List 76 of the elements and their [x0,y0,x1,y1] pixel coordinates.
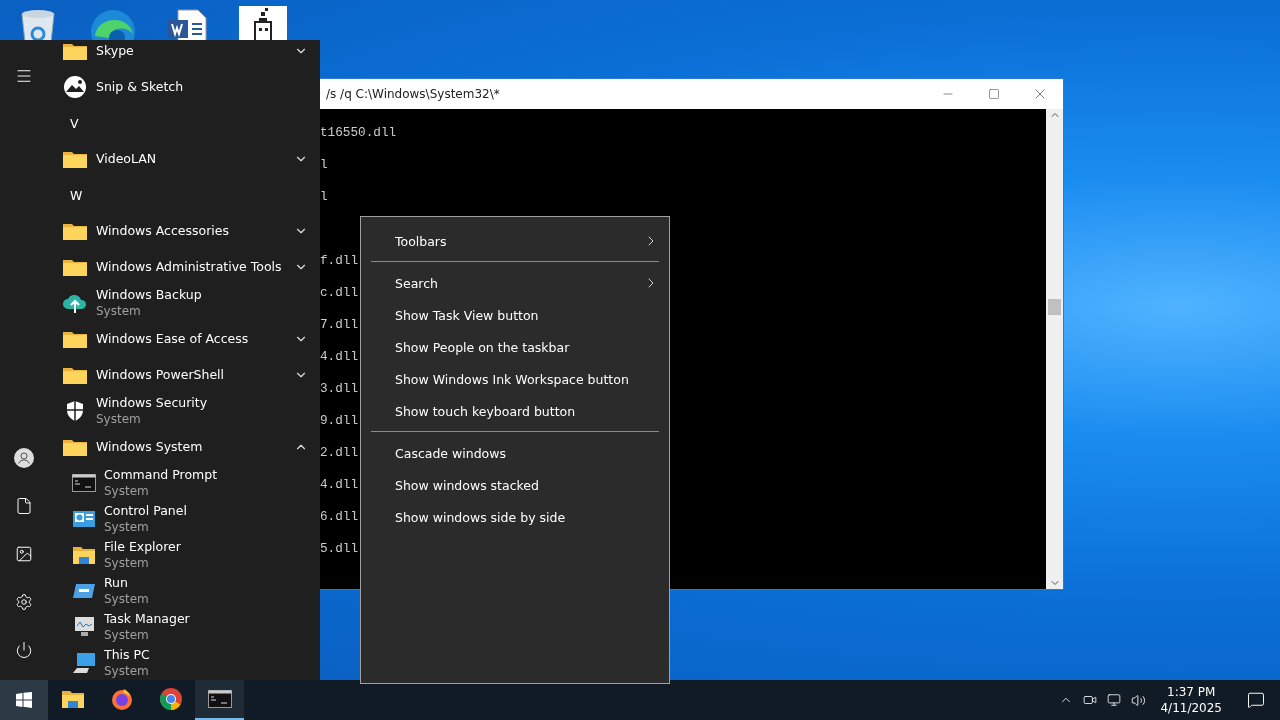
menu-icon [15,67,33,85]
console-line: 3.dll [320,381,359,396]
menu-item[interactable]: Cascade windows [361,437,669,469]
folder-icon [62,329,88,349]
console-line: 2.dll [320,445,359,460]
app-item[interactable]: Control Panel System [48,501,308,537]
folder-icon [62,149,88,169]
menu-item[interactable]: Show People on the taskbar [361,331,669,363]
section-letter[interactable]: V [70,115,79,131]
menu-item[interactable]: Show touch keyboard button [361,395,669,427]
console-line: 5.dll [320,541,359,556]
folder-icon [62,365,88,385]
console-line: l [320,157,328,172]
settings-icon [15,593,33,611]
computer-icon [72,651,96,675]
console-line: c.dll [320,285,359,300]
section-letter[interactable]: W [70,187,83,203]
monitor-icon [72,615,96,639]
chrome-icon [158,687,183,711]
menu-item[interactable]: Toolbars [361,225,669,257]
folder-icon [62,221,88,241]
folder-icon [62,257,88,277]
console-line: f.dll [320,253,359,268]
run-icon [72,581,96,601]
console-line: 4.dll [320,349,359,364]
app-item[interactable]: Windows Security System [48,393,308,429]
menu-item[interactable]: Show Task View button [361,299,669,331]
menu-item[interactable]: Search [361,267,669,299]
user-icon [14,448,34,468]
notification-icon [1247,691,1265,709]
app-item[interactable]: Snip & Sketch [48,69,308,105]
console-line: 7.dll [320,317,359,332]
monitor-icon [1107,693,1122,707]
folder-item[interactable]: Windows Ease of Access [48,321,308,357]
control-panel-icon [72,509,96,529]
scroll-thumb[interactable] [1048,299,1061,315]
clock[interactable]: 1:37 PM 4/11/2025 [1150,684,1232,716]
terminal-icon [72,473,96,493]
app-item[interactable]: Windows Backup System [48,285,308,321]
maximize-icon [988,88,1000,100]
app-item[interactable]: File Explorer System [48,537,308,573]
power-icon [15,641,33,659]
folder-icon [62,41,88,61]
menu-item[interactable]: Show Windows Ink Workspace button [361,363,669,395]
folder-item[interactable]: Skype [48,40,308,69]
console-line: l [320,189,328,204]
fox-globe-icon [109,687,134,711]
document-icon [15,497,33,515]
app-item[interactable]: Task Manager System [48,609,308,645]
scrollbar[interactable] [1046,109,1063,589]
console-line: 6.dll [320,509,359,524]
folder-icon [62,437,88,457]
console-line: t16550.dll [320,125,397,140]
folder-item[interactable]: Windows PowerShell [48,357,308,393]
folder-item[interactable]: Windows System [48,429,308,465]
image-icon [15,545,33,563]
app-item[interactable]: Command Prompt System [48,465,308,501]
volume-icon [1130,692,1146,708]
console-line: 9.dll [320,413,359,428]
window-title: /s /q C:\Windows\System32\* [325,87,501,101]
windows-logo-icon [16,692,32,708]
terminal-icon [207,689,232,709]
app-item[interactable]: This PC System [48,645,308,680]
camera-icon [1083,693,1098,707]
console-line: 4.dll [320,477,359,492]
mountain-icon [62,74,88,100]
folder-item[interactable]: VideoLAN [48,141,308,177]
folder-icon [60,688,85,710]
folder-icon [72,544,96,566]
folder-item[interactable]: Windows Accessories [48,213,308,249]
taskbar-app[interactable] [195,680,244,720]
folder-item[interactable]: Windows Administrative Tools [48,249,308,285]
app-item[interactable]: Run System [48,573,308,609]
start-button[interactable] [0,680,48,720]
menu-item[interactable]: Show windows stacked [361,469,669,501]
menu-item[interactable]: Show windows side by side [361,501,669,533]
